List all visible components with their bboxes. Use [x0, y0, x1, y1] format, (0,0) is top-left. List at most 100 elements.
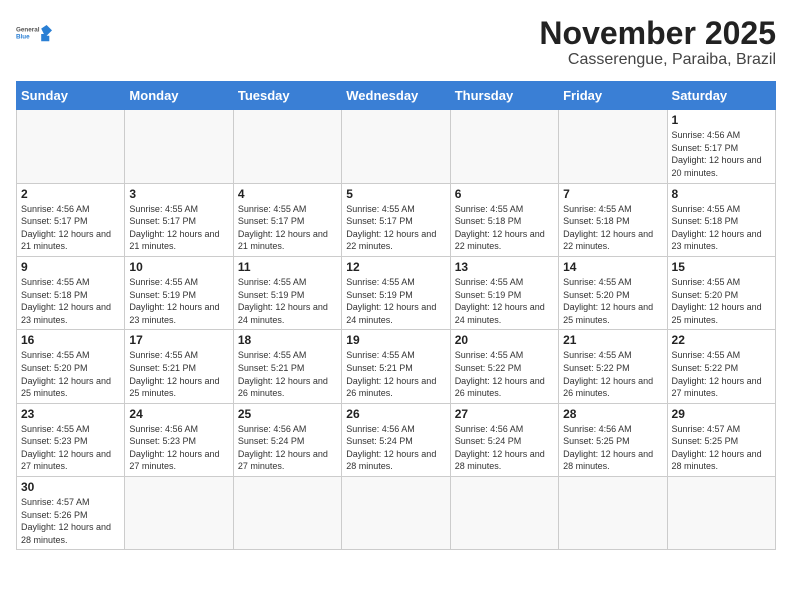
weekday-header-thursday: Thursday: [450, 82, 558, 110]
month-title: November 2025: [539, 16, 776, 51]
day-info: Sunrise: 4:55 AMSunset: 5:19 PMDaylight:…: [129, 276, 228, 326]
day-info: Sunrise: 4:56 AMSunset: 5:24 PMDaylight:…: [346, 423, 445, 473]
day-info: Sunrise: 4:56 AMSunset: 5:23 PMDaylight:…: [129, 423, 228, 473]
day-info: Sunrise: 4:55 AMSunset: 5:23 PMDaylight:…: [21, 423, 120, 473]
day-number: 14: [563, 260, 662, 274]
day-info: Sunrise: 4:56 AMSunset: 5:25 PMDaylight:…: [563, 423, 662, 473]
calendar-cell: 18 Sunrise: 4:55 AMSunset: 5:21 PMDayligh…: [233, 330, 341, 403]
day-number: 19: [346, 333, 445, 347]
svg-text:Blue: Blue: [16, 34, 30, 41]
calendar-cell: [233, 477, 341, 550]
calendar-cell: 7 Sunrise: 4:55 AMSunset: 5:18 PMDaylight…: [559, 183, 667, 256]
day-number: 25: [238, 407, 337, 421]
day-info: Sunrise: 4:55 AMSunset: 5:18 PMDaylight:…: [455, 203, 554, 253]
day-info: Sunrise: 4:55 AMSunset: 5:21 PMDaylight:…: [238, 349, 337, 399]
calendar-cell: 25Sunrise: 4:56 AMSunset: 5:24 PMDayligh…: [233, 403, 341, 476]
day-number: 13: [455, 260, 554, 274]
calendar-week-row: 1 Sunrise: 4:56 AMSunset: 5:17 PMDaylight…: [17, 110, 776, 183]
logo: General Blue: [16, 16, 52, 52]
calendar-cell: 9 Sunrise: 4:55 AMSunset: 5:18 PMDaylight…: [17, 256, 125, 329]
day-info: Sunrise: 4:55 AMSunset: 5:22 PMDaylight:…: [672, 349, 771, 399]
calendar-week-row: 23Sunrise: 4:55 AMSunset: 5:23 PMDayligh…: [17, 403, 776, 476]
day-number: 1: [672, 113, 771, 127]
calendar-cell: 2Sunrise: 4:56 AMSunset: 5:17 PMDaylight…: [17, 183, 125, 256]
calendar-cell: [125, 110, 233, 183]
weekday-header-monday: Monday: [125, 82, 233, 110]
day-info: Sunrise: 4:57 AMSunset: 5:26 PMDaylight:…: [21, 496, 120, 546]
day-number: 22: [672, 333, 771, 347]
day-info: Sunrise: 4:55 AMSunset: 5:20 PMDaylight:…: [563, 276, 662, 326]
logo-icon: General Blue: [16, 16, 52, 52]
day-number: 12: [346, 260, 445, 274]
calendar-cell: 30 Sunrise: 4:57 AMSunset: 5:26 PMDayligh…: [17, 477, 125, 550]
day-info: Sunrise: 4:55 AMSunset: 5:20 PMDaylight:…: [21, 349, 120, 399]
day-number: 2: [21, 187, 120, 201]
day-number: 7: [563, 187, 662, 201]
calendar-cell: 23Sunrise: 4:55 AMSunset: 5:23 PMDayligh…: [17, 403, 125, 476]
day-info: Sunrise: 4:55 AMSunset: 5:20 PMDaylight:…: [672, 276, 771, 326]
calendar-cell: 28 Sunrise: 4:56 AMSunset: 5:25 PMDayligh…: [559, 403, 667, 476]
day-number: 9: [21, 260, 120, 274]
day-number: 30: [21, 480, 120, 494]
day-info: Sunrise: 4:55 AMSunset: 5:17 PMDaylight:…: [346, 203, 445, 253]
day-number: 11: [238, 260, 337, 274]
day-info: Sunrise: 4:56 AMSunset: 5:17 PMDaylight:…: [672, 129, 771, 179]
day-info: Sunrise: 4:55 AMSunset: 5:17 PMDaylight:…: [238, 203, 337, 253]
calendar-cell: 17Sunrise: 4:55 AMSunset: 5:21 PMDayligh…: [125, 330, 233, 403]
calendar-cell: 12Sunrise: 4:55 AMSunset: 5:19 PMDayligh…: [342, 256, 450, 329]
day-info: Sunrise: 4:55 AMSunset: 5:19 PMDaylight:…: [455, 276, 554, 326]
calendar-cell: [342, 110, 450, 183]
weekday-header-friday: Friday: [559, 82, 667, 110]
calendar-week-row: 16 Sunrise: 4:55 AMSunset: 5:20 PMDayligh…: [17, 330, 776, 403]
calendar-cell: 6Sunrise: 4:55 AMSunset: 5:18 PMDaylight…: [450, 183, 558, 256]
calendar-cell: [17, 110, 125, 183]
day-number: 8: [672, 187, 771, 201]
calendar-cell: [450, 477, 558, 550]
day-number: 24: [129, 407, 228, 421]
calendar-cell: 26 Sunrise: 4:56 AMSunset: 5:24 PMDayligh…: [342, 403, 450, 476]
day-number: 26: [346, 407, 445, 421]
svg-text:General: General: [16, 26, 40, 33]
calendar-cell: 21 Sunrise: 4:55 AMSunset: 5:22 PMDayligh…: [559, 330, 667, 403]
calendar-cell: 20Sunrise: 4:55 AMSunset: 5:22 PMDayligh…: [450, 330, 558, 403]
day-info: Sunrise: 4:55 AMSunset: 5:22 PMDaylight:…: [455, 349, 554, 399]
day-number: 28: [563, 407, 662, 421]
calendar-cell: 14 Sunrise: 4:55 AMSunset: 5:20 PMDayligh…: [559, 256, 667, 329]
calendar-cell: [559, 477, 667, 550]
calendar-table: SundayMondayTuesdayWednesdayThursdayFrid…: [16, 81, 776, 550]
day-info: Sunrise: 4:56 AMSunset: 5:24 PMDaylight:…: [455, 423, 554, 473]
calendar-week-row: 30 Sunrise: 4:57 AMSunset: 5:26 PMDayligh…: [17, 477, 776, 550]
calendar-cell: 27Sunrise: 4:56 AMSunset: 5:24 PMDayligh…: [450, 403, 558, 476]
title-block: November 2025 Casserengue, Paraiba, Braz…: [539, 16, 776, 69]
calendar-cell: 29Sunrise: 4:57 AMSunset: 5:25 PMDayligh…: [667, 403, 775, 476]
day-number: 5: [346, 187, 445, 201]
calendar-cell: 24 Sunrise: 4:56 AMSunset: 5:23 PMDayligh…: [125, 403, 233, 476]
page-header: General Blue November 2025 Casserengue, …: [16, 16, 776, 69]
day-number: 21: [563, 333, 662, 347]
day-number: 16: [21, 333, 120, 347]
calendar-cell: 13 Sunrise: 4:55 AMSunset: 5:19 PMDayligh…: [450, 256, 558, 329]
calendar-cell: 3Sunrise: 4:55 AMSunset: 5:17 PMDaylight…: [125, 183, 233, 256]
calendar-cell: 22 Sunrise: 4:55 AMSunset: 5:22 PMDayligh…: [667, 330, 775, 403]
calendar-cell: [233, 110, 341, 183]
day-number: 4: [238, 187, 337, 201]
day-number: 17: [129, 333, 228, 347]
day-info: Sunrise: 4:55 AMSunset: 5:17 PMDaylight:…: [129, 203, 228, 253]
calendar-week-row: 9 Sunrise: 4:55 AMSunset: 5:18 PMDaylight…: [17, 256, 776, 329]
day-info: Sunrise: 4:57 AMSunset: 5:25 PMDaylight:…: [672, 423, 771, 473]
calendar-cell: [450, 110, 558, 183]
location-subtitle: Casserengue, Paraiba, Brazil: [539, 51, 776, 69]
calendar-cell: 1 Sunrise: 4:56 AMSunset: 5:17 PMDaylight…: [667, 110, 775, 183]
weekday-header-wednesday: Wednesday: [342, 82, 450, 110]
calendar-cell: [559, 110, 667, 183]
day-number: 18: [238, 333, 337, 347]
calendar-cell: 8 Sunrise: 4:55 AMSunset: 5:18 PMDaylight…: [667, 183, 775, 256]
day-info: Sunrise: 4:55 AMSunset: 5:18 PMDaylight:…: [563, 203, 662, 253]
weekday-header-sunday: Sunday: [17, 82, 125, 110]
day-info: Sunrise: 4:55 AMSunset: 5:22 PMDaylight:…: [563, 349, 662, 399]
calendar-cell: 5 Sunrise: 4:55 AMSunset: 5:17 PMDaylight…: [342, 183, 450, 256]
calendar-cell: [125, 477, 233, 550]
day-info: Sunrise: 4:55 AMSunset: 5:18 PMDaylight:…: [672, 203, 771, 253]
day-info: Sunrise: 4:55 AMSunset: 5:19 PMDaylight:…: [238, 276, 337, 326]
day-info: Sunrise: 4:55 AMSunset: 5:18 PMDaylight:…: [21, 276, 120, 326]
